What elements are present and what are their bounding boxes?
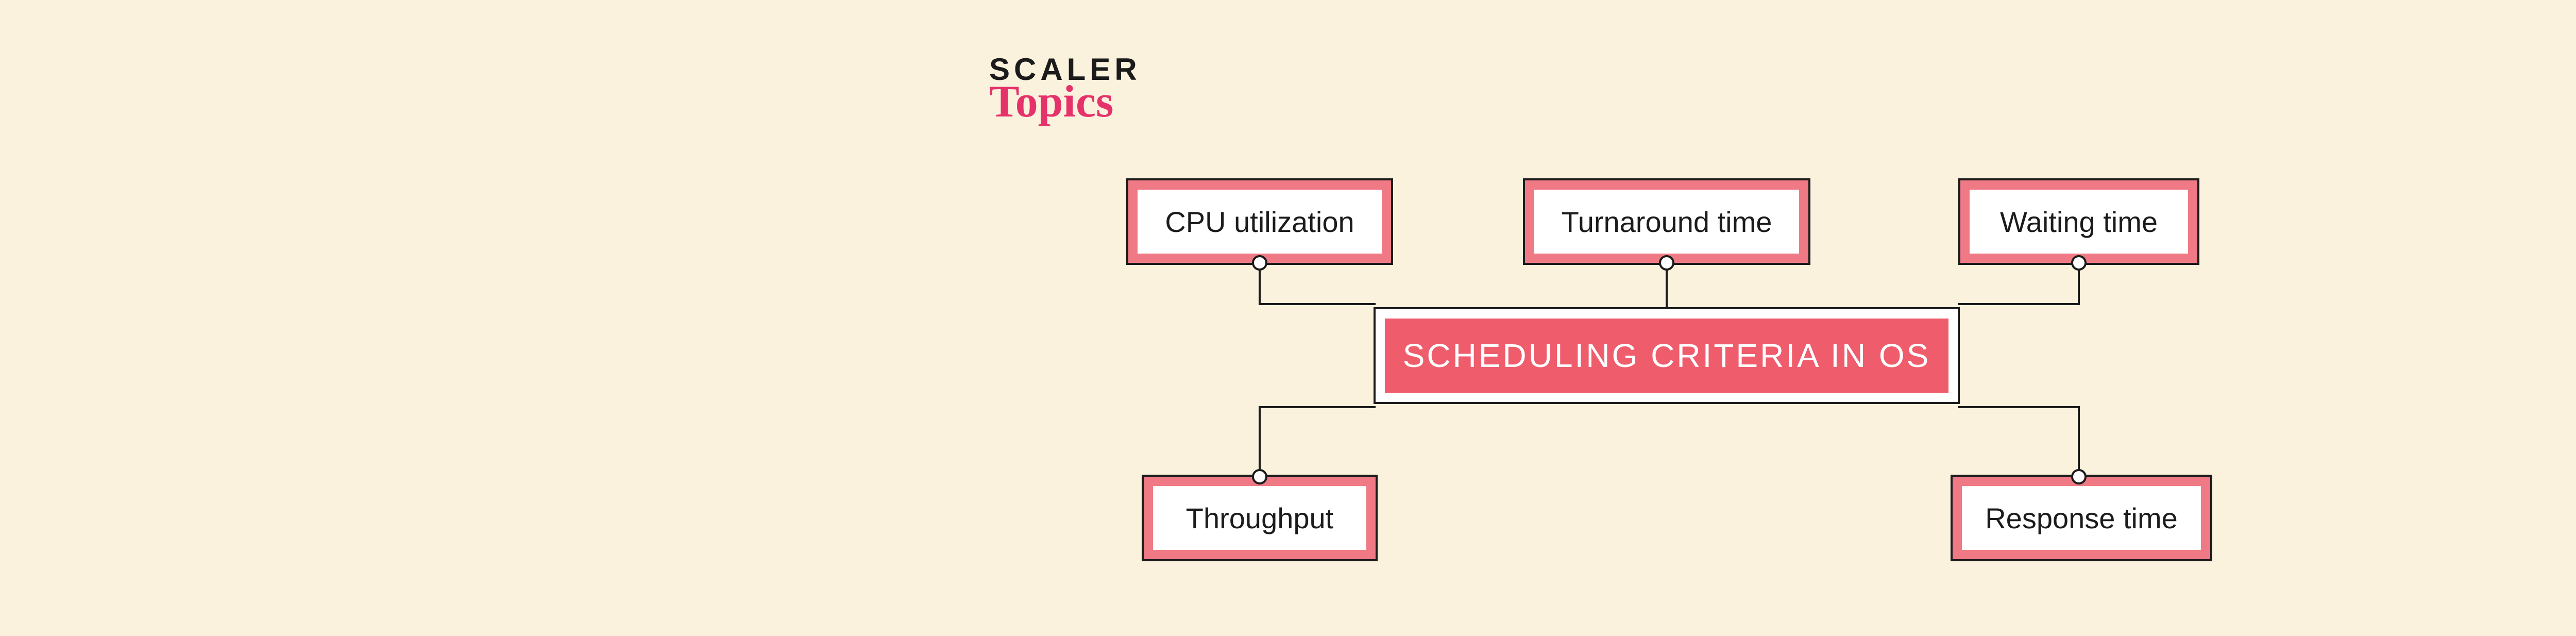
anchor-dot — [2071, 255, 2087, 271]
anchor-dot — [1252, 255, 1267, 271]
node-response-time: Response time — [1953, 477, 2210, 559]
node-cpu-utilization: CPU utilization — [1128, 180, 1391, 263]
node-throughput: Throughput — [1144, 477, 1376, 559]
anchor-dot — [2071, 469, 2087, 484]
anchor-dot — [1659, 255, 1674, 271]
center-node: SCHEDULING CRITERIA IN OS — [1376, 309, 1958, 402]
anchor-dot — [1252, 469, 1267, 484]
node-label: CPU utilization — [1165, 205, 1354, 239]
diagram-canvas: SCALER Topics SCHEDULING CRITERIA IN OS … — [979, 52, 2370, 593]
node-label: Turnaround time — [1562, 205, 1772, 239]
node-label: Response time — [1985, 501, 2178, 535]
node-turnaround-time: Turnaround time — [1525, 180, 1808, 263]
center-label: SCHEDULING CRITERIA IN OS — [1403, 337, 1931, 375]
node-label: Throughput — [1186, 501, 1333, 535]
node-waiting-time: Waiting time — [1960, 180, 2197, 263]
node-label: Waiting time — [2000, 205, 2158, 239]
